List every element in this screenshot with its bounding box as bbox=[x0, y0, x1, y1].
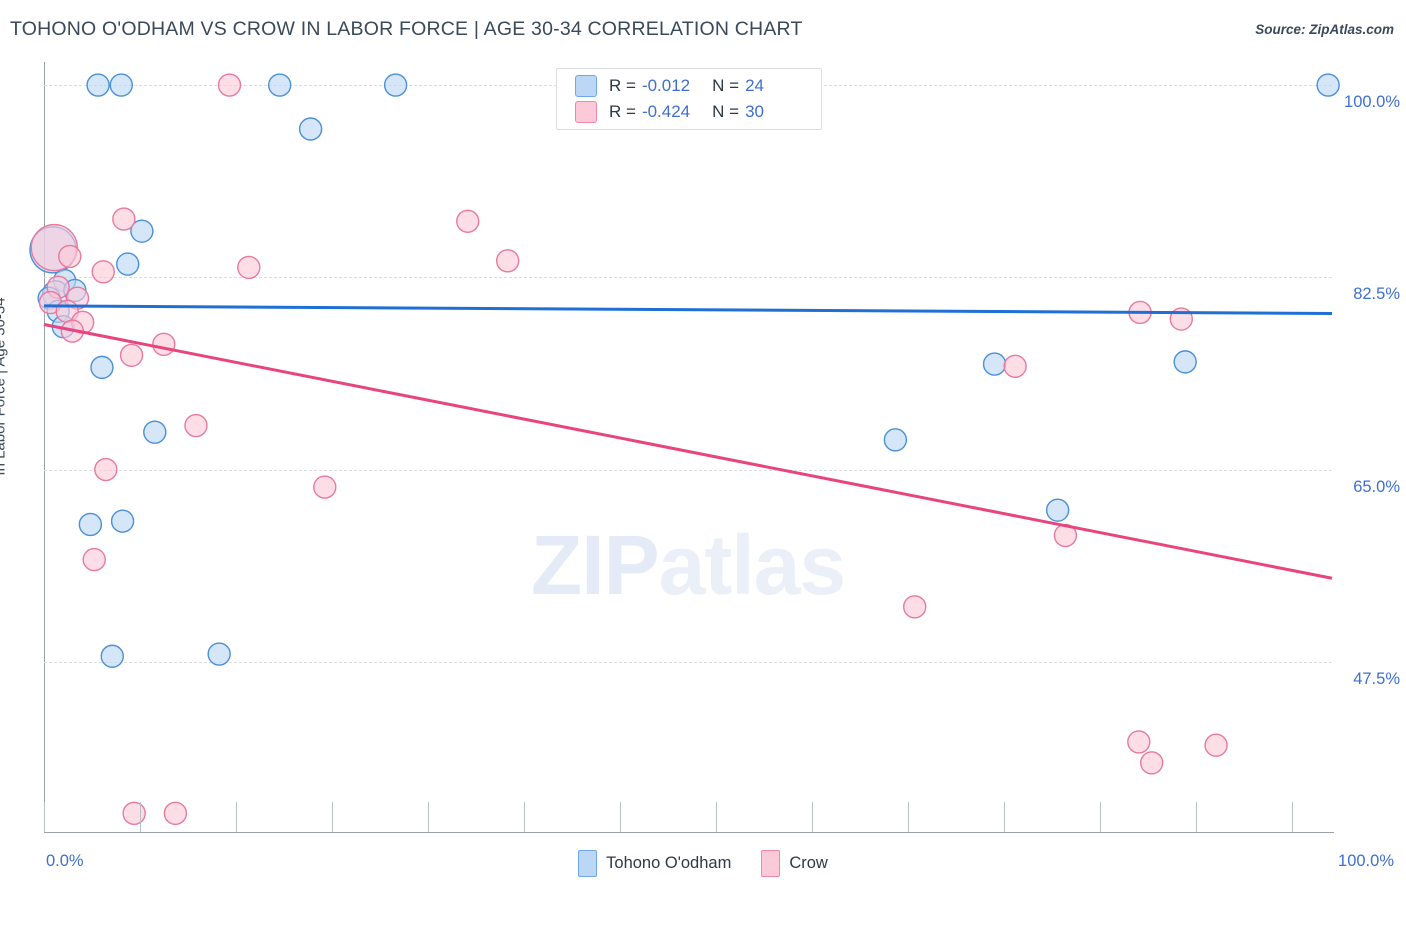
scatter-point[interactable] bbox=[58, 244, 82, 269]
scatter-point[interactable] bbox=[91, 260, 115, 284]
series-legend-label-tohono: Tohono O'odham bbox=[606, 854, 732, 872]
x-axis-tick bbox=[715, 802, 717, 832]
scatter-point[interactable] bbox=[116, 252, 140, 276]
scatter-point[interactable] bbox=[82, 547, 106, 572]
scatter-point[interactable] bbox=[112, 207, 136, 231]
x-axis-tick bbox=[235, 802, 237, 832]
scatter-point[interactable] bbox=[982, 352, 1007, 376]
y-axis-tick-label: 100.0% bbox=[1344, 93, 1400, 112]
scatter-point[interactable] bbox=[207, 642, 231, 666]
scatter-point[interactable] bbox=[90, 355, 114, 380]
series-swatch-tohono-icon bbox=[578, 850, 598, 877]
source-label: Source: ZipAtlas.com bbox=[1255, 22, 1394, 37]
correlation-legend: R = -0.012 N = 24 R = -0.424 N = 30 bbox=[556, 68, 822, 130]
x-axis-tick bbox=[1195, 802, 1197, 832]
legend-n-value-tohono: 24 bbox=[745, 76, 764, 95]
scatter-point[interactable] bbox=[94, 457, 118, 482]
series-legend-label-crow: Crow bbox=[789, 854, 828, 872]
x-axis-tick bbox=[44, 802, 45, 832]
scatter-point[interactable] bbox=[152, 332, 176, 356]
scatter-point[interactable] bbox=[110, 509, 135, 533]
scatter-points-layer bbox=[29, 73, 1340, 826]
scatter-point[interactable] bbox=[119, 343, 144, 367]
scatter-point[interactable] bbox=[163, 801, 188, 826]
x-axis-tick bbox=[139, 802, 141, 832]
x-axis-tick bbox=[619, 802, 621, 832]
scatter-point[interactable] bbox=[86, 73, 110, 97]
scatter-point[interactable] bbox=[109, 73, 133, 97]
series-legend-item-crow[interactable]: Crow bbox=[761, 850, 828, 877]
scatter-point[interactable] bbox=[78, 512, 103, 537]
page-title: TOHONO O'ODHAM VS CROW IN LABOR FORCE | … bbox=[10, 18, 803, 40]
scatter-point[interactable] bbox=[1173, 350, 1197, 374]
series-legend-item-tohono[interactable]: Tohono O'odham bbox=[578, 850, 731, 877]
series-legend: Tohono O'odham Crow bbox=[0, 850, 1406, 877]
scatter-point[interactable] bbox=[456, 209, 480, 233]
x-axis-tick bbox=[811, 802, 813, 832]
y-axis-title: In Labor Force | Age 30-34 bbox=[0, 297, 9, 476]
scatter-point[interactable] bbox=[122, 801, 146, 826]
y-axis-tick-label: 65.0% bbox=[1353, 477, 1400, 496]
scatter-point[interactable] bbox=[268, 73, 292, 97]
scatter-point[interactable] bbox=[1316, 73, 1340, 97]
x-axis-tick bbox=[1291, 802, 1293, 832]
scatter-point[interactable] bbox=[100, 644, 124, 668]
legend-swatch-tohono-icon bbox=[575, 75, 597, 97]
legend-r-key-tohono: R = bbox=[609, 76, 636, 95]
correlation-chart: TOHONO O'ODHAM VS CROW IN LABOR FORCE | … bbox=[0, 0, 1406, 892]
legend-n-value-crow: 30 bbox=[745, 102, 764, 121]
scatter-point[interactable] bbox=[1045, 498, 1070, 522]
legend-n-key-tohono: N = bbox=[712, 76, 740, 95]
legend-n-key-crow: N = bbox=[712, 102, 740, 121]
legend-swatch-crow-icon bbox=[575, 101, 597, 123]
scatter-point[interactable] bbox=[313, 475, 337, 499]
scatter-point[interactable] bbox=[217, 73, 242, 97]
scatter-point[interactable] bbox=[383, 73, 408, 97]
scatter-point[interactable] bbox=[1204, 733, 1228, 757]
legend-row-tohono: R = -0.012 N = 24 bbox=[575, 73, 764, 99]
legend-r-key-crow: R = bbox=[609, 102, 636, 121]
scatter-point[interactable] bbox=[298, 117, 323, 141]
x-axis-tick bbox=[427, 802, 429, 832]
x-axis-tick bbox=[523, 802, 525, 832]
legend-r-value-tohono: -0.012 bbox=[641, 76, 691, 95]
y-axis-tick-label: 82.5% bbox=[1353, 285, 1400, 304]
scatter-point[interactable] bbox=[1139, 751, 1164, 775]
scatter-point[interactable] bbox=[902, 595, 927, 619]
scatter-point[interactable] bbox=[184, 413, 208, 438]
series-swatch-crow-icon bbox=[761, 850, 781, 877]
x-axis-tick bbox=[1099, 802, 1101, 832]
scatter-point[interactable] bbox=[883, 428, 908, 452]
scatter-point[interactable] bbox=[1003, 354, 1027, 378]
scatter-point[interactable] bbox=[495, 249, 520, 273]
trendline bbox=[43, 323, 1333, 580]
x-axis-tick bbox=[1003, 802, 1005, 832]
x-axis-line bbox=[44, 832, 1334, 833]
scatter-point[interactable] bbox=[1127, 730, 1151, 754]
y-axis-tick-label: 47.5% bbox=[1353, 669, 1400, 688]
x-axis-tick bbox=[907, 802, 909, 832]
x-axis-tick bbox=[331, 802, 333, 832]
scatter-point[interactable] bbox=[143, 420, 167, 444]
plot-area: ZIPatlas bbox=[29, 62, 1340, 832]
scatter-point[interactable] bbox=[237, 255, 261, 280]
legend-row-crow: R = -0.424 N = 30 bbox=[575, 99, 764, 125]
legend-r-value-crow: -0.424 bbox=[641, 102, 691, 121]
